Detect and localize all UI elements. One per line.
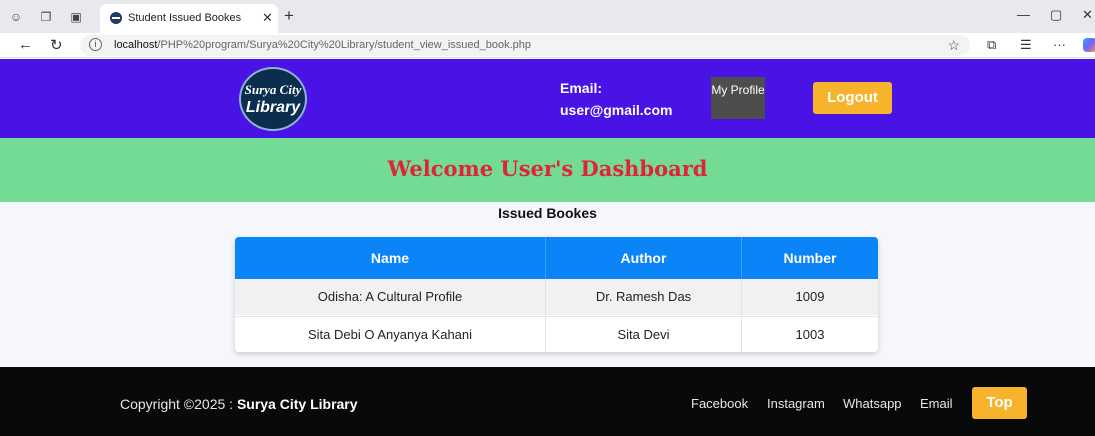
copilot-icon[interactable] (1083, 38, 1095, 52)
issued-books-table: Name Author Number Odisha: A Cultural Pr… (235, 237, 878, 352)
footer-link-instagram[interactable]: Instagram (767, 396, 825, 411)
profile-icon[interactable]: ☺ (8, 9, 24, 25)
section-title: Issued Bookes (498, 205, 597, 221)
logo-text-line2: Library (245, 99, 301, 116)
copyright-brand: Surya City Library (236, 396, 358, 412)
cell-book-author: Sita Devi (546, 317, 742, 352)
footer-link-whatsapp[interactable]: Whatsapp (843, 396, 902, 411)
column-header-author: Author (546, 237, 742, 279)
table-row: Odisha: A Cultural Profile Dr. Ramesh Da… (235, 279, 878, 315)
refresh-icon[interactable]: ↻ (50, 36, 63, 54)
new-tab-icon[interactable]: + (284, 6, 294, 26)
url-field[interactable]: i localhost/PHP%20program/Surya%20City%2… (80, 35, 970, 56)
email-label: Email: (560, 80, 603, 96)
table-header: Name Author Number (235, 237, 878, 279)
back-to-top-button[interactable]: Top (972, 387, 1027, 419)
user-email: user@gmail.com (560, 102, 673, 118)
site-favicon-icon (110, 12, 122, 24)
footer-link-email[interactable]: Email (920, 396, 953, 411)
site-header: Surya City Library Email: user@gmail.com… (0, 59, 1095, 138)
site-footer: Copyright ©2025 : Surya City Library Fac… (0, 367, 1095, 436)
copyright-text: Copyright ©2025 : Surya City Library (120, 396, 358, 412)
workspaces-icon[interactable]: ❐ (38, 9, 54, 25)
browser-tab-active[interactable]: Student Issued Bookes ✕ (100, 4, 278, 33)
page-title: Welcome User's Dashboard (387, 156, 708, 181)
logout-button[interactable]: Logout (813, 82, 892, 114)
close-tab-icon[interactable]: ✕ (262, 10, 273, 26)
more-menu-icon[interactable]: ··· (1053, 37, 1066, 52)
column-header-number: Number (783, 250, 837, 266)
address-bar: ← ↻ i localhost/PHP%20program/Surya%20Ci… (0, 33, 1095, 58)
library-logo[interactable]: Surya City Library (239, 67, 307, 131)
welcome-banner: Welcome User's Dashboard (0, 138, 1095, 202)
favorite-star-icon[interactable]: ☆ (947, 37, 960, 54)
column-header-name: Name (235, 237, 546, 279)
extensions-icon[interactable]: ⧉ (987, 37, 996, 53)
table-row: Sita Debi O Anyanya Kahani Sita Devi 100… (235, 316, 878, 352)
cell-book-name: Sita Debi O Anyanya Kahani (235, 317, 546, 352)
tab-actions-icon[interactable]: ▣ (68, 9, 84, 25)
footer-link-facebook[interactable]: Facebook (691, 396, 748, 411)
tab-title: Student Issued Bookes (128, 12, 242, 24)
cell-book-number: 1003 (795, 327, 825, 342)
close-window-icon[interactable]: ✕ (1082, 7, 1093, 23)
logo-text-line1: Surya City (244, 82, 302, 97)
favorites-icon[interactable]: ☰ (1020, 37, 1032, 53)
back-icon[interactable]: ← (18, 36, 33, 53)
url-text: localhost/PHP%20program/Surya%20City%20L… (114, 39, 532, 51)
cell-book-number: 1009 (795, 289, 825, 304)
site-info-icon[interactable]: i (89, 38, 102, 51)
browser-tab-bar: ☺ ❐ ▣ Student Issued Bookes ✕ + — ▢ ✕ (0, 0, 1095, 33)
minimize-icon[interactable]: — (1017, 7, 1030, 22)
restore-icon[interactable]: ▢ (1050, 7, 1062, 23)
my-profile-button[interactable]: My Profile (711, 77, 765, 119)
cell-book-author: Dr. Ramesh Das (546, 279, 742, 315)
cell-book-name: Odisha: A Cultural Profile (235, 279, 546, 315)
